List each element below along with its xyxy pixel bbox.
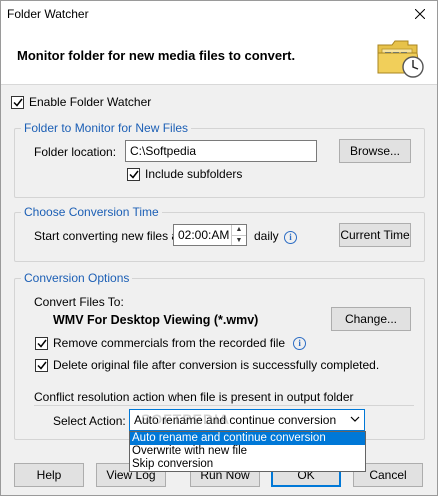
checkmark-icon [12, 98, 23, 107]
change-format-button[interactable]: Change... [331, 307, 411, 331]
output-format: WMV For Desktop Viewing (*.wmv) [53, 313, 259, 327]
action-option-auto-rename[interactable]: Auto rename and continue conversion [130, 432, 365, 445]
checkbox-box[interactable] [11, 95, 24, 109]
include-subfolders-label: Include subfolders [145, 167, 243, 181]
close-icon [415, 9, 425, 19]
header-banner: Monitor folder for new media files to co… [1, 27, 437, 85]
time-spinner[interactable]: ▲ ▼ [231, 225, 246, 245]
action-option-overwrite[interactable]: Overwrite with new file [130, 445, 365, 458]
enable-watcher-checkbox[interactable]: Enable Folder Watcher [11, 95, 151, 109]
checkbox-box[interactable] [35, 358, 48, 372]
select-action-label: Select Action: [53, 414, 126, 428]
spin-down-icon[interactable]: ▼ [232, 234, 246, 246]
current-time-button[interactable]: Current Time [339, 223, 411, 247]
checkmark-icon [128, 170, 139, 179]
remove-commercials-checkbox[interactable]: Remove commercials from the recorded fil… [35, 336, 307, 350]
folder-group-legend: Folder to Monitor for New Files [21, 121, 192, 135]
conflict-resolution-label: Conflict resolution action when file is … [34, 390, 354, 404]
time-picker[interactable]: 02:00:AM ▲ ▼ [173, 224, 247, 246]
time-value: 02:00:AM [178, 228, 230, 242]
delete-original-label: Delete original file after conversion is… [53, 358, 380, 372]
enable-watcher-label: Enable Folder Watcher [29, 95, 152, 109]
folder-clock-icon [377, 40, 424, 78]
daily-label: daily [254, 229, 279, 243]
spin-up-icon[interactable]: ▲ [232, 225, 246, 235]
conflict-separator [34, 405, 414, 406]
softpedia-watermark: SOFTPEDIA [141, 411, 231, 427]
action-option-skip[interactable]: Skip conversion [130, 458, 365, 471]
checkbox-box[interactable] [127, 167, 140, 181]
folder-watcher-dialog: Folder Watcher Monitor folder for new me… [0, 0, 438, 496]
include-subfolders-checkbox[interactable]: Include subfolders [127, 167, 242, 181]
chevron-down-icon [350, 416, 360, 422]
commercials-info-icon[interactable]: i [293, 336, 307, 350]
help-button[interactable]: Help [14, 463, 84, 487]
time-info-icon[interactable]: i [284, 229, 297, 244]
close-button[interactable] [405, 1, 435, 27]
window-title: Folder Watcher [7, 7, 89, 21]
conversion-options-legend: Conversion Options [21, 271, 133, 285]
title-bar: Folder Watcher [1, 1, 437, 27]
remove-commercials-label: Remove commercials from the recorded fil… [53, 336, 286, 350]
folder-location-label: Folder location: [34, 145, 117, 159]
checkmark-icon [36, 361, 47, 370]
checkbox-box[interactable] [35, 336, 48, 350]
convert-files-to-label: Convert Files To: [34, 295, 124, 309]
browse-button[interactable]: Browse... [339, 139, 411, 163]
start-converting-label: Start converting new files at: [34, 229, 185, 243]
conversion-time-legend: Choose Conversion Time [21, 205, 162, 219]
delete-original-checkbox[interactable]: Delete original file after conversion is… [35, 358, 379, 372]
action-options-list: Auto rename and continue conversion Over… [129, 431, 366, 472]
checkmark-icon [36, 339, 47, 348]
header-text: Monitor folder for new media files to co… [17, 48, 296, 63]
folder-location-input[interactable]: C:\Softpedia [125, 140, 317, 162]
